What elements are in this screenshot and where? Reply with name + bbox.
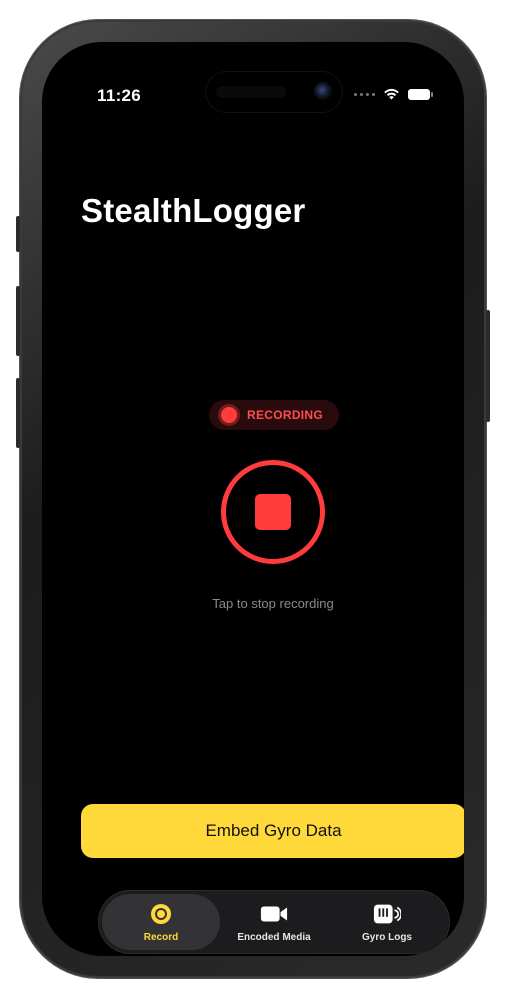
volume-down-button xyxy=(16,378,20,448)
record-icon xyxy=(147,902,175,926)
battery-icon xyxy=(408,88,433,100)
signal-icon xyxy=(354,92,375,96)
stop-recording-button[interactable] xyxy=(221,460,325,564)
stop-icon xyxy=(255,494,291,530)
recording-status-badge: RECORDING xyxy=(209,400,339,430)
power-button xyxy=(486,310,490,422)
page-title: StealthLogger xyxy=(81,192,306,229)
gyro-log-icon xyxy=(373,902,401,926)
recording-dot-icon xyxy=(221,407,237,423)
status-indicators xyxy=(354,88,433,100)
phone-frame: 11:26 StealthLogger RECORDING Tap to sto… xyxy=(16,20,490,978)
stop-hint-text: Tap to stop recording xyxy=(212,596,334,611)
front-camera-icon xyxy=(314,82,332,100)
embed-gyro-data-button[interactable]: Embed Gyro Data xyxy=(81,804,464,858)
dynamic-island xyxy=(206,72,342,112)
wifi-icon xyxy=(384,88,399,100)
recording-status-label: RECORDING xyxy=(247,408,324,422)
action-button xyxy=(16,216,20,252)
screen: 11:26 StealthLogger RECORDING Tap to sto… xyxy=(42,42,464,956)
island-sensor xyxy=(216,86,286,98)
tab-label: Gyro Logs xyxy=(361,931,412,943)
tab-gyro-logs[interactable]: Gyro Logs xyxy=(328,894,446,950)
volume-up-button xyxy=(16,286,20,356)
tab-label: Encoded Media xyxy=(237,931,311,943)
tab-label: Record xyxy=(143,931,179,943)
tab-bar: Record Encoded Media Gyro Logs xyxy=(98,890,450,954)
status-time: 11:26 xyxy=(97,86,142,105)
video-camera-icon xyxy=(260,902,288,926)
tab-encoded-media[interactable]: Encoded Media xyxy=(215,894,333,950)
tab-record[interactable]: Record xyxy=(102,894,220,950)
